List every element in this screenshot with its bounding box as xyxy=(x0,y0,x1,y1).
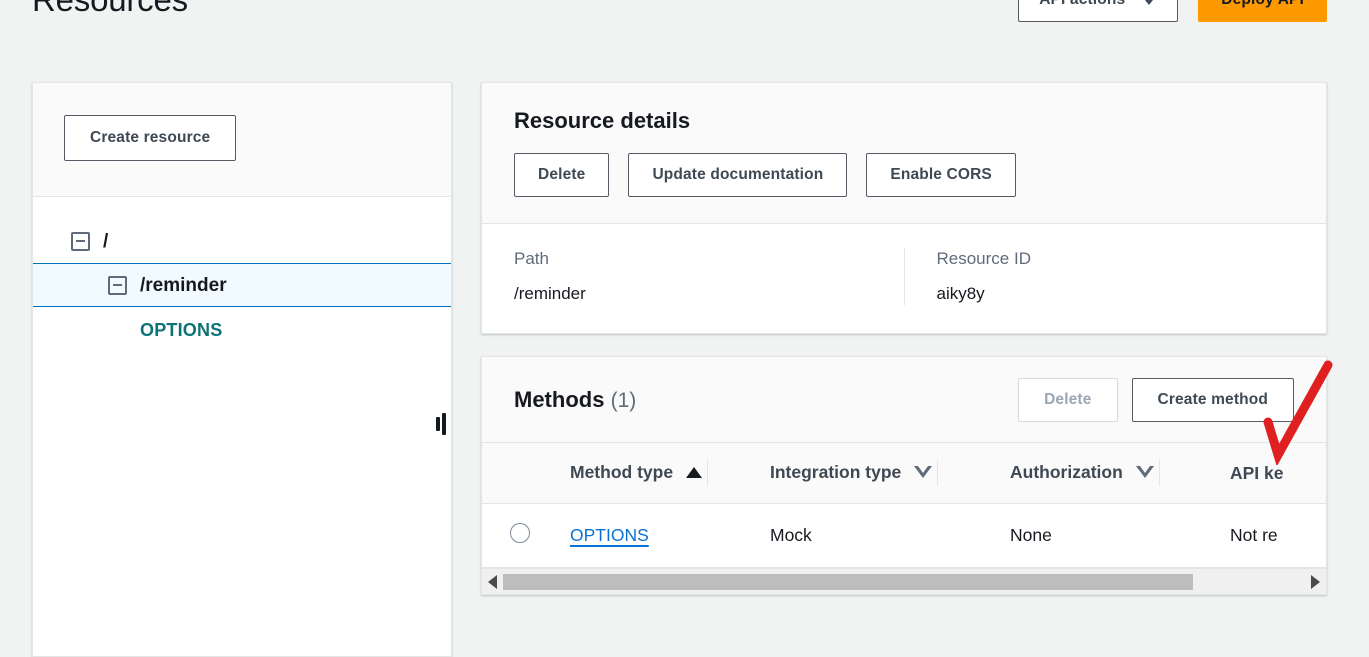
table-row[interactable]: OPTIONS Mock None Not re xyxy=(482,504,1327,568)
tree-item-options-method[interactable]: OPTIONS xyxy=(33,309,451,351)
methods-table: Method type Integration type xyxy=(482,443,1327,568)
resource-details-actions: Delete Update documentation Enable CORS xyxy=(514,153,1294,197)
delete-resource-button[interactable]: Delete xyxy=(514,153,609,197)
detail-column: Resource details Delete Update documenta… xyxy=(481,82,1327,595)
collapse-minus-icon[interactable] xyxy=(71,232,90,251)
column-label: API ke xyxy=(1230,463,1284,484)
row-radio-button[interactable] xyxy=(510,523,530,543)
methods-title-text: Methods xyxy=(514,387,604,412)
tree-item-reminder[interactable]: /reminder xyxy=(33,263,451,307)
detail-field-resource-id: Resource ID aiky8y xyxy=(904,248,1327,305)
page-header: Resources API actions Deploy API xyxy=(0,0,1369,48)
cell-authorization: None xyxy=(1010,504,1230,568)
detail-label: Resource ID xyxy=(937,248,1295,270)
row-select-cell[interactable] xyxy=(482,504,570,568)
column-label: Authorization xyxy=(1010,462,1123,483)
panel-resize-handle[interactable] xyxy=(436,413,448,435)
methods-table-head: Method type Integration type xyxy=(482,443,1327,504)
methods-actions: Delete Create method xyxy=(1018,378,1294,422)
column-header-api-key[interactable]: API ke xyxy=(1230,443,1327,504)
column-label: Method type xyxy=(570,462,673,483)
resource-details-title: Resource details xyxy=(514,109,1294,133)
column-divider xyxy=(707,460,708,486)
header-actions: API actions Deploy API xyxy=(1018,0,1327,22)
resource-tree: / /reminder OPTIONS xyxy=(33,197,451,351)
scrollbar-track[interactable] xyxy=(503,574,1305,590)
methods-header: Methods (1) Delete Create method xyxy=(482,357,1326,443)
api-actions-button[interactable]: API actions xyxy=(1018,0,1178,22)
tree-item-root[interactable]: / xyxy=(33,219,451,263)
update-documentation-button[interactable]: Update documentation xyxy=(628,153,847,197)
page-title: Resources xyxy=(32,0,188,22)
chevron-down-icon xyxy=(1141,0,1157,5)
tree-item-label: OPTIONS xyxy=(140,320,222,341)
column-header-integration-type[interactable]: Integration type xyxy=(770,443,1010,504)
column-label: Integration type xyxy=(770,462,901,483)
methods-table-body: OPTIONS Mock None Not re xyxy=(482,504,1327,568)
delete-method-button[interactable]: Delete xyxy=(1018,378,1117,422)
sort-none-icon xyxy=(1136,466,1154,478)
resource-details-body: Path /reminder Resource ID aiky8y xyxy=(482,224,1326,333)
method-type-link[interactable]: OPTIONS xyxy=(570,525,649,545)
column-header-authorization[interactable]: Authorization xyxy=(1010,443,1230,504)
cell-method-type: OPTIONS xyxy=(570,504,770,568)
resource-details-header: Resource details Delete Update documenta… xyxy=(482,83,1326,224)
column-divider xyxy=(1159,460,1160,486)
tree-item-label: /reminder xyxy=(140,276,227,295)
sort-none-icon xyxy=(914,466,932,478)
column-header-select xyxy=(482,443,570,504)
create-resource-button[interactable]: Create resource xyxy=(64,115,236,161)
detail-label: Path xyxy=(514,248,872,270)
tree-item-label: / xyxy=(103,232,108,251)
horizontal-scrollbar[interactable] xyxy=(482,568,1326,594)
cell-integration-type: Mock xyxy=(770,504,1010,568)
methods-table-header-row: Method type Integration type xyxy=(482,443,1327,504)
methods-count: (1) xyxy=(611,389,637,412)
deploy-api-button[interactable]: Deploy API xyxy=(1198,0,1327,22)
enable-cors-button[interactable]: Enable CORS xyxy=(866,153,1016,197)
sort-ascending-icon xyxy=(686,467,702,478)
detail-field-path: Path /reminder xyxy=(482,248,904,305)
column-header-method-type[interactable]: Method type xyxy=(570,443,770,504)
resource-details-card: Resource details Delete Update documenta… xyxy=(481,82,1327,334)
scroll-left-arrow-icon[interactable] xyxy=(488,575,497,589)
detail-value: /reminder xyxy=(514,283,872,305)
methods-title: Methods (1) xyxy=(514,387,1018,413)
scrollbar-thumb[interactable] xyxy=(503,574,1193,590)
resource-tree-panel: Create resource / /reminder OPTIONS xyxy=(32,82,452,657)
resource-tree-header: Create resource xyxy=(33,83,451,197)
detail-value: aiky8y xyxy=(937,283,1295,305)
resize-grip-bar xyxy=(436,417,440,431)
cell-api-key: Not re xyxy=(1230,504,1327,568)
api-actions-label: API actions xyxy=(1039,0,1125,9)
methods-card: Methods (1) Delete Create method Method … xyxy=(481,356,1327,595)
scroll-right-arrow-icon[interactable] xyxy=(1311,575,1320,589)
resize-grip-bar xyxy=(442,413,446,435)
collapse-minus-icon[interactable] xyxy=(108,276,127,295)
create-method-button[interactable]: Create method xyxy=(1132,378,1294,422)
column-divider xyxy=(937,460,938,486)
